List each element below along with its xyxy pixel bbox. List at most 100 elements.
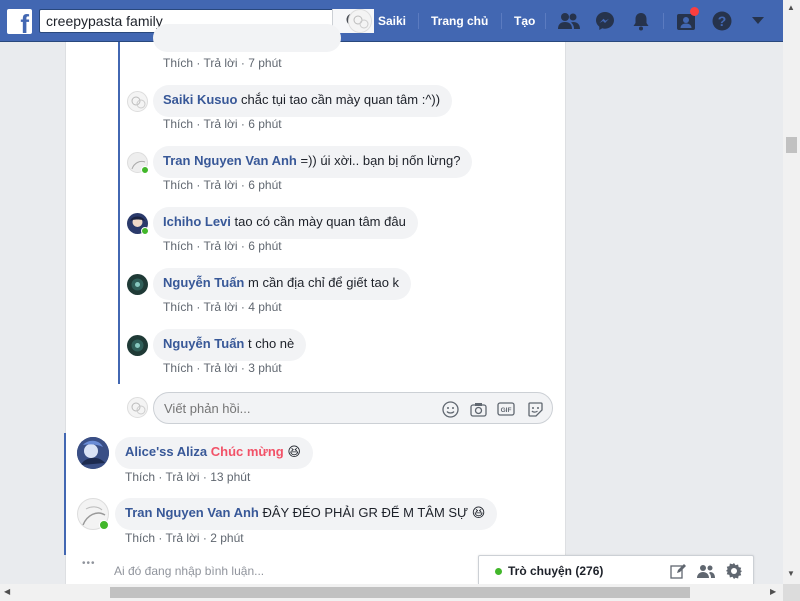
reply-link[interactable]: Trả lời	[203, 361, 237, 375]
friend-requests-icon[interactable]	[558, 10, 580, 32]
comment-actions: Thích · Trả lời · 6 phút	[163, 239, 282, 253]
comment-actions: Thích · Trả lời · 13 phút	[125, 470, 251, 484]
reply-link[interactable]: Trả lời	[203, 117, 237, 131]
commenter-name[interactable]: Nguyễn Tuấn	[163, 275, 244, 290]
reply-link[interactable]: Trả lời	[203, 239, 237, 253]
like-link[interactable]: Thích	[163, 178, 193, 192]
commenter-name[interactable]: Alice'ss Aliza	[125, 444, 207, 459]
nav-divider	[545, 13, 546, 29]
sticker-icon[interactable]	[526, 400, 544, 418]
avatar[interactable]	[127, 91, 148, 112]
scroll-right-arrow-icon[interactable]: ▶	[770, 588, 776, 596]
comment-time: 3 phút	[248, 361, 282, 375]
comment-actions: Thích · Trả lời · 3 phút	[163, 361, 282, 375]
comment-time: 6 phút	[248, 117, 282, 131]
vertical-scrollbar[interactable]: ▲ ▼	[783, 0, 800, 584]
comment-time: 6 phút	[248, 178, 282, 192]
commenter-name[interactable]: Saiki Kusuo	[163, 92, 237, 107]
create-group-icon[interactable]	[697, 562, 715, 580]
home-link[interactable]: Trang chủ	[431, 14, 488, 28]
scrollbar-corner	[783, 584, 800, 601]
create-link[interactable]: Tạo	[514, 14, 535, 28]
like-link[interactable]: Thích	[163, 117, 193, 131]
laughing-emoji-icon: 😆	[287, 444, 301, 459]
online-status-dot	[141, 166, 149, 174]
reply-link[interactable]: Trả lời	[203, 300, 237, 314]
top-navigation-bar: f Saiki Trang chủ Tạo ?	[0, 0, 783, 42]
nav-divider	[663, 13, 664, 29]
online-status-dot	[495, 568, 502, 575]
typing-indicator: ••• Ai đó đang nhập bình luận...	[66, 555, 481, 584]
comment-thread-line	[64, 433, 66, 555]
notifications-bell-icon[interactable]	[630, 10, 652, 32]
comment-time: 4 phút	[248, 300, 282, 314]
emoji-icon[interactable]	[441, 400, 459, 418]
reply-composer: GIF	[153, 392, 553, 424]
avatar[interactable]	[77, 437, 109, 469]
svg-text:?: ?	[718, 13, 727, 29]
avatar[interactable]	[127, 274, 148, 295]
profile-avatar	[348, 9, 372, 33]
comment-time: 13 phút	[210, 470, 251, 484]
profile-link[interactable]: Saiki	[348, 9, 406, 33]
comment-text: tao có cần mày quan tâm đâu	[234, 214, 406, 229]
scroll-down-arrow-icon[interactable]: ▼	[787, 570, 795, 578]
commenter-name[interactable]: Tran Nguyen Van Anh	[163, 153, 297, 168]
comment-text: chắc tụi tao cần mày quan tâm :^))	[241, 92, 441, 107]
online-status-dot	[141, 227, 149, 235]
avatar[interactable]	[127, 335, 148, 356]
account-menu-chevron-icon[interactable]	[747, 10, 769, 32]
horizontal-scroll-thumb[interactable]	[110, 587, 690, 598]
reply-link[interactable]: Trả lời	[203, 178, 237, 192]
reply-link[interactable]: Trả lời	[165, 470, 199, 484]
reply-link[interactable]: Trả lời	[165, 531, 199, 545]
comment-bubble: Nguyễn Tuấn m cần địa chỉ để giết tao k	[153, 268, 412, 300]
like-link[interactable]: Thích	[125, 531, 155, 545]
comment-bubble: Ichiho Levi tao có cần mày quan tâm đâu	[153, 207, 418, 239]
comment-bubble: Nguyễn Tuấn t cho nè	[153, 329, 307, 361]
nav-divider	[418, 13, 419, 29]
gif-icon[interactable]: GIF	[497, 400, 515, 418]
scroll-up-arrow-icon[interactable]: ▲	[787, 4, 795, 12]
quick-help-people-icon[interactable]	[675, 7, 699, 32]
my-avatar	[127, 397, 148, 418]
comment-bubble: Tran Nguyen Van Anh ĐÂY ĐÉO PHẢI GR ĐỂ M…	[115, 498, 498, 530]
like-link[interactable]: Thích	[163, 56, 193, 70]
comment-actions: Thích · Trả lời · 4 phút	[163, 300, 282, 314]
like-link[interactable]: Thích	[163, 300, 193, 314]
celebration-text: Chúc mừng	[210, 444, 284, 459]
horizontal-scrollbar[interactable]: ◀ ▶	[0, 584, 783, 601]
reply-input[interactable]	[154, 393, 414, 423]
comment-time: 7 phút	[248, 56, 282, 70]
reply-link[interactable]: Trả lời	[203, 56, 237, 70]
commenter-name[interactable]: Nguyễn Tuấn	[163, 336, 244, 351]
commenter-name[interactable]: Tran Nguyen Van Anh	[125, 505, 259, 520]
new-message-icon[interactable]	[669, 562, 687, 580]
like-link[interactable]: Thích	[125, 470, 155, 484]
comment-text: m cần địa chỉ để giết tao k	[248, 275, 400, 290]
comment-bubble	[153, 24, 341, 52]
typing-dots-icon: •••	[82, 558, 96, 569]
online-status-dot	[99, 520, 109, 530]
like-link[interactable]: Thích	[163, 361, 193, 375]
typing-text: Ai đó đang nhập bình luận...	[114, 564, 265, 578]
scroll-left-arrow-icon[interactable]: ◀	[4, 588, 10, 596]
facebook-logo-icon[interactable]: f	[7, 9, 32, 37]
commenter-name[interactable]: Ichiho Levi	[163, 214, 231, 229]
chat-sidebar-bar[interactable]: Trò chuyện (276)	[478, 555, 754, 584]
comment-actions: Thích · Trả lời · 7 phút	[163, 56, 282, 70]
like-link[interactable]: Thích	[163, 239, 193, 253]
gear-icon[interactable]	[725, 562, 743, 580]
notification-badge	[690, 7, 699, 16]
reply-thread-line	[118, 42, 120, 384]
chat-label[interactable]: Trò chuyện (276)	[508, 564, 603, 578]
comment-actions: Thích · Trả lời · 2 phút	[125, 531, 244, 545]
camera-icon[interactable]	[469, 400, 487, 418]
comment-bubble: Alice'ss Aliza Chúc mừng 😆	[115, 437, 313, 469]
help-icon[interactable]: ?	[711, 10, 733, 32]
svg-text:GIF: GIF	[501, 407, 512, 414]
comment-text: ĐÂY ĐÉO PHẢI GR ĐỂ M TÂM SỰ	[262, 505, 469, 520]
comment-text: t cho nè	[248, 336, 295, 351]
vertical-scroll-thumb[interactable]	[786, 137, 797, 153]
messenger-icon[interactable]	[594, 10, 616, 32]
